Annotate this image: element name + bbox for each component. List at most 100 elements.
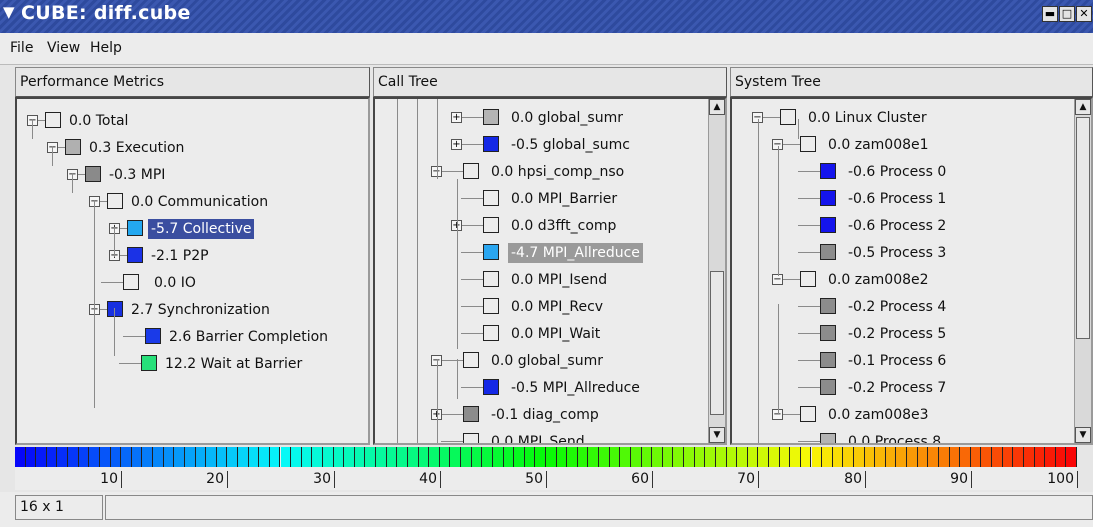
tree-row[interactable]: 0.0 IO — [17, 273, 347, 293]
minimize-button[interactable]: ▬ — [1042, 6, 1058, 22]
tree-node-label[interactable]: 2.6 Barrier Completion — [169, 327, 328, 347]
tree-node-label[interactable]: 0.0 zam008e1 — [828, 135, 929, 155]
tree-node-label[interactable]: 0.0 MPI_Isend — [511, 270, 607, 290]
tree-node-label[interactable]: 0.0 zam008e2 — [828, 270, 929, 290]
color-scale-segment — [312, 447, 323, 467]
calltree-pane-header[interactable]: Call Tree — [373, 67, 727, 97]
expand-icon[interactable]: + — [451, 112, 462, 123]
tree-node-label[interactable]: -0.3 MPI — [109, 165, 165, 185]
tree-row[interactable]: -0.6 Process 2 — [732, 216, 1062, 236]
color-scale-segment — [875, 447, 886, 467]
tree-node-label[interactable]: -0.1 diag_comp — [491, 405, 599, 425]
tree-row[interactable]: -0.2 Process 5 — [732, 324, 1062, 344]
close-button[interactable]: ✕ — [1076, 6, 1092, 22]
tree-node-label[interactable]: -0.6 Process 1 — [848, 189, 946, 209]
tree-row[interactable]: −0.0 zam008e2 — [732, 270, 1062, 290]
tree-row[interactable]: -0.1 Process 6 — [732, 351, 1062, 371]
tree-row[interactable]: + -0.5 global_sumc — [375, 135, 705, 155]
tree-row[interactable]: −0.0 Linux Cluster — [732, 108, 1062, 128]
tree-row[interactable]: 2.6 Barrier Completion — [17, 327, 347, 347]
tree-node-label[interactable]: 0.0 Linux Cluster — [808, 108, 927, 128]
tree-row[interactable]: +-2.1 P2P — [17, 246, 347, 266]
tree-row[interactable]: +-5.7 Collective — [17, 219, 347, 239]
menu-file[interactable]: File — [10, 40, 33, 56]
tree-node-label[interactable]: 0.0 Total — [69, 111, 128, 131]
tree-row[interactable]: -0.6 Process 0 — [732, 162, 1062, 182]
tree-node-label[interactable]: 0.0 global_sumr — [511, 108, 623, 128]
tree-node-label[interactable]: -0.5 global_sumc — [511, 135, 630, 155]
tree-node-label[interactable]: -0.6 Process 2 — [848, 216, 946, 236]
chevron-down-icon[interactable]: ▼ — [3, 5, 17, 20]
tree-node-label[interactable]: 12.2 Wait at Barrier — [165, 354, 302, 374]
scroll-down-button[interactable]: ▼ — [1075, 427, 1091, 443]
tree-node-label[interactable]: -0.5 MPI_Allreduce — [511, 378, 640, 398]
scroll-up-button[interactable]: ▲ — [1075, 99, 1091, 115]
tree-node-label[interactable]: -0.2 Process 7 — [848, 378, 946, 398]
tree-row[interactable]: 0.0 MPI_Recv — [375, 297, 705, 317]
tree-node-label[interactable]: -4.7 MPI_Allreduce — [508, 243, 643, 263]
scroll-up-button[interactable]: ▲ — [709, 99, 725, 115]
tree-row[interactable]: +0.0 d3fft_comp — [375, 216, 705, 236]
menu-view[interactable]: View — [47, 40, 80, 56]
tree-row[interactable]: 0.0 MPI_Send — [375, 432, 705, 443]
tree-row[interactable]: -4.7 MPI_Allreduce — [375, 243, 705, 263]
tree-node-label[interactable]: 0.0 MPI_Wait — [511, 324, 600, 344]
tree-node-label[interactable]: 0.3 Execution — [89, 138, 184, 158]
tree-row[interactable]: -0.2 Process 4 — [732, 297, 1062, 317]
tree-row[interactable]: 0.0 MPI_Barrier — [375, 189, 705, 209]
scrollbar-thumb[interactable] — [1076, 117, 1090, 339]
tree-node-label[interactable]: 0.0 MPI_Recv — [511, 297, 603, 317]
tree-row[interactable]: −2.7 Synchronization — [17, 300, 347, 320]
tree-row[interactable]: −0.0 Total — [17, 111, 347, 131]
tree-node-label[interactable]: -0.6 Process 0 — [848, 162, 946, 182]
tree-row[interactable]: 12.2 Wait at Barrier — [17, 354, 347, 374]
tree-node-label[interactable]: 0.0 IO — [154, 273, 196, 293]
tree-node-label[interactable]: 0.0 zam008e3 — [828, 405, 929, 425]
tree-row[interactable]: -0.2 Process 7 — [732, 378, 1062, 398]
tree-row[interactable]: −0.0 zam008e1 — [732, 135, 1062, 155]
scroll-down-button[interactable]: ▼ — [709, 427, 725, 443]
expand-icon[interactable]: + — [451, 139, 462, 150]
tree-row[interactable]: 0.0 Process 8 — [732, 432, 1062, 443]
tree-row[interactable]: −0.0 hpsi_comp_nso — [375, 162, 705, 182]
tree-node-label[interactable]: 0.0 d3fft_comp — [511, 216, 616, 236]
scrollbar-thumb[interactable] — [710, 271, 724, 415]
tree-node-label[interactable]: 0.0 Process 8 — [848, 432, 941, 443]
tree-node-label[interactable]: 2.7 Synchronization — [131, 300, 270, 320]
tree-row[interactable]: −-0.3 MPI — [17, 165, 347, 185]
metrics-tree[interactable]: −0.0 Total −0.3 Execution −-0.3 MPI −0.0 Co… — [15, 97, 370, 445]
tree-row[interactable]: −0.0 zam008e3 — [732, 405, 1062, 425]
grid-size-indicator: 16 x 1 — [15, 495, 103, 520]
tree-row[interactable]: 0.0 MPI_Isend — [375, 270, 705, 290]
tree-row[interactable]: -0.5 Process 3 — [732, 243, 1062, 263]
tree-row[interactable]: −0.3 Execution — [17, 138, 347, 158]
call-tree[interactable]: ▲ ▼ +0.0 global_sumr+-0.5 global_sumc−0.… — [373, 97, 727, 445]
tree-node-label[interactable]: -0.5 Process 3 — [848, 243, 946, 263]
systemtree-scrollbar[interactable]: ▲ ▼ — [1074, 99, 1091, 443]
maximize-button[interactable]: □ — [1059, 6, 1075, 22]
menu-help[interactable]: Help — [90, 40, 122, 56]
tree-row[interactable]: -0.6 Process 1 — [732, 189, 1062, 209]
systemtree-pane-header[interactable]: System Tree — [730, 67, 1093, 97]
tree-row[interactable]: −0.0 Communication — [17, 192, 347, 212]
tree-node-label[interactable]: -0.2 Process 5 — [848, 324, 946, 344]
title-bar[interactable]: ▼ CUBE: diff.cube ▬ □ ✕ — [0, 0, 1093, 33]
tree-node-label[interactable]: 0.0 Communication — [131, 192, 268, 212]
tree-node-label[interactable]: 0.0 hpsi_comp_nso — [491, 162, 624, 182]
system-tree[interactable]: ▲ ▼ −0.0 Linux Cluster −0.0 zam008e1 -0.6 … — [730, 97, 1093, 445]
tree-node-label[interactable]: -5.7 Collective — [148, 219, 255, 239]
tree-row[interactable]: -0.5 MPI_Allreduce — [375, 378, 705, 398]
tree-node-label[interactable]: -0.1 Process 6 — [848, 351, 946, 371]
tree-node-label[interactable]: -2.1 P2P — [151, 246, 209, 266]
color-scale-segment — [227, 447, 238, 467]
calltree-scrollbar[interactable]: ▲ ▼ — [708, 99, 725, 443]
tree-row[interactable]: +0.0 global_sumr — [375, 108, 705, 128]
tree-node-label[interactable]: -0.2 Process 4 — [848, 297, 946, 317]
tree-node-label[interactable]: 0.0 MPI_Send — [491, 432, 585, 443]
metrics-pane-header[interactable]: Performance Metrics — [15, 67, 370, 97]
tree-node-label[interactable]: 0.0 global_sumr — [491, 351, 603, 371]
tree-node-label[interactable]: 0.0 MPI_Barrier — [511, 189, 617, 209]
tree-row[interactable]: +-0.1 diag_comp — [375, 405, 705, 425]
tree-row[interactable]: 0.0 MPI_Wait — [375, 324, 705, 344]
tree-row[interactable]: −0.0 global_sumr — [375, 351, 705, 371]
